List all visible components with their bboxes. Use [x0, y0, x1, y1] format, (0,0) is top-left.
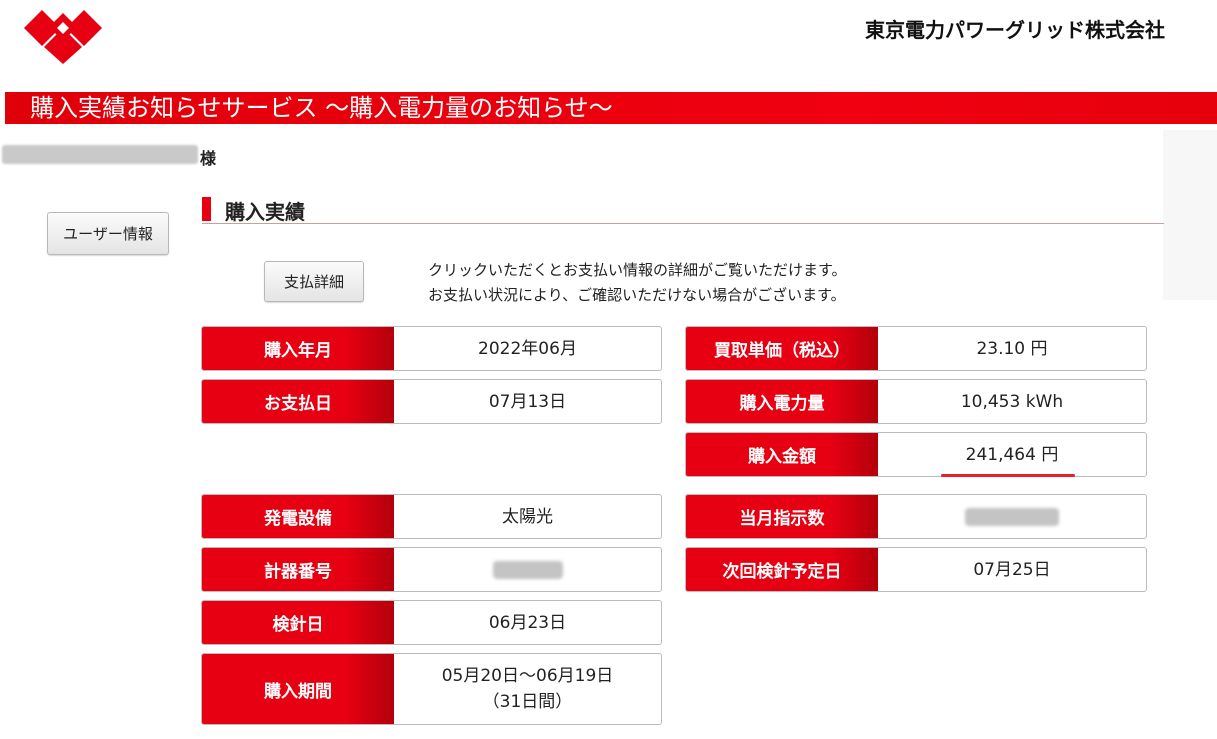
company-name: 東京電力パワーグリッド株式会社 — [865, 18, 1165, 42]
record-value: 241,464 円 — [965, 444, 1059, 465]
record-purchase-amount: 購入金額 241,464 円 — [685, 432, 1147, 477]
record-purchase-month: 購入年月 2022年06月 — [201, 326, 662, 371]
period-range: 05月20日～06月19日 — [441, 666, 614, 686]
record-value: 10,453 kWh — [960, 391, 1064, 412]
record-reading-date: 検針日 06月23日 — [201, 600, 662, 645]
record-label: 購入金額 — [686, 433, 878, 476]
tepco-logo-icon — [24, 10, 102, 64]
record-value: 23.10 円 — [976, 338, 1048, 359]
record-label: 購入期間 — [202, 654, 394, 724]
payment-detail-button[interactable]: 支払詳細 — [264, 261, 364, 302]
record-generation-facility: 発電設備 太陽光 — [201, 494, 662, 539]
record-label: 発電設備 — [202, 495, 394, 538]
record-unit-price: 買取単価（税込） 23.10 円 — [685, 326, 1147, 371]
record-next-reading-date: 次回検針予定日 07月25日 — [685, 547, 1147, 592]
record-purchase-period: 購入期間 05月20日～06月19日 （31日間） — [201, 653, 662, 725]
user-info-button[interactable]: ユーザー情報 — [47, 212, 169, 255]
record-payment-date: お支払日 07月13日 — [201, 379, 662, 424]
record-value: 2022年06月 — [478, 338, 577, 359]
record-value-redacted — [394, 548, 661, 591]
record-value: 05月20日～06月19日 （31日間） — [394, 654, 661, 724]
amount-highlight-underline — [941, 474, 1075, 477]
record-label: 次回検針予定日 — [686, 548, 878, 591]
section-divider — [202, 223, 1164, 224]
payment-note-line2: お支払い状況により、ご確認いただけない場合がございます。 — [428, 286, 846, 304]
record-label: 検針日 — [202, 601, 394, 644]
redaction-blur — [965, 507, 1059, 526]
customer-name-redacted — [2, 145, 198, 164]
customer-honorific: 様 — [200, 149, 217, 168]
page-title: 購入実績お知らせサービス ～購入電力量のお知らせ～ — [30, 94, 613, 122]
record-value: 07月25日 — [973, 559, 1051, 580]
redaction-blur — [492, 560, 563, 579]
record-label: お支払日 — [202, 380, 394, 423]
record-label: 買取単価（税込） — [686, 327, 878, 370]
record-label: 購入年月 — [202, 327, 394, 370]
section-accent-bar — [202, 197, 211, 221]
record-value: 06月23日 — [488, 612, 567, 633]
record-label: 計器番号 — [202, 548, 394, 591]
record-value: 07月13日 — [488, 391, 567, 412]
period-days: （31日間） — [482, 692, 573, 712]
record-label: 当月指示数 — [686, 495, 878, 538]
record-meter-reading: 当月指示数 — [685, 494, 1147, 539]
page-banner: 購入実績お知らせサービス ～購入電力量のお知らせ～ — [5, 92, 1217, 124]
section-title: 購入実績 — [225, 200, 305, 224]
record-value: 太陽光 — [502, 506, 553, 527]
record-value-redacted — [878, 495, 1146, 538]
side-panel — [1163, 130, 1217, 300]
record-label: 購入電力量 — [686, 380, 878, 423]
record-meter-number: 計器番号 — [201, 547, 662, 592]
payment-note: クリックいただくとお支払い情報の詳細がご覧いただけます。 お支払い状況により、ご… — [428, 258, 847, 308]
payment-note-line1: クリックいただくとお支払い情報の詳細がご覧いただけます。 — [428, 261, 847, 279]
record-purchased-energy: 購入電力量 10,453 kWh — [685, 379, 1147, 424]
